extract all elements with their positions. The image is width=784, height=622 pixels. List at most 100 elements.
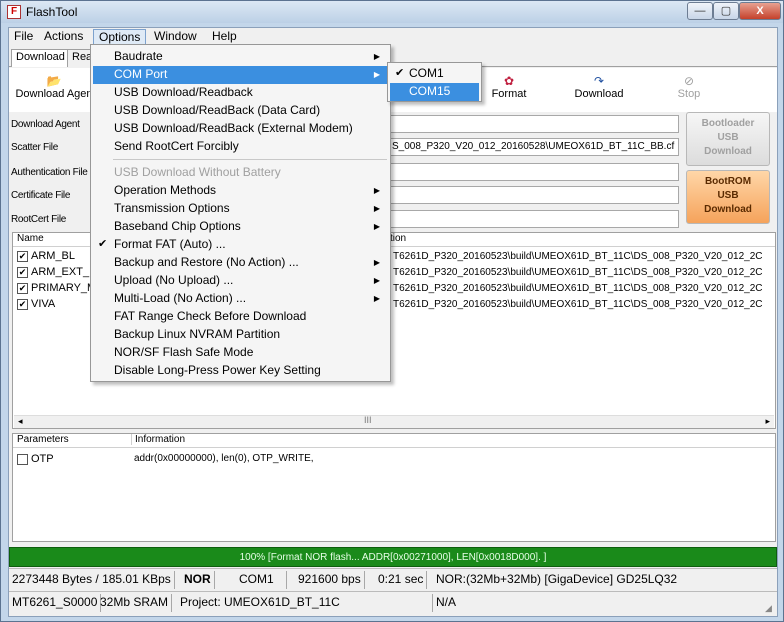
menu-item-com-port[interactable]: COM Port ▶: [93, 66, 388, 84]
rootcert-file-field[interactable]: [389, 210, 679, 228]
submenu-item-com1[interactable]: ✔ COM1: [390, 65, 479, 83]
menu-item-label: Baudrate: [114, 49, 163, 63]
scroll-right-icon[interactable]: ▸: [765, 416, 770, 427]
checkbox[interactable]: ✔: [17, 250, 28, 262]
menu-item-baudrate[interactable]: Baudrate ▶: [93, 48, 388, 66]
list-item[interactable]: ✔ ARM_BL: [17, 249, 75, 265]
folder-open-icon: 📂: [46, 74, 62, 88]
bootloader-line-3: Download: [704, 146, 752, 157]
submenu-item-label: COM15: [409, 84, 451, 98]
cert-file-field[interactable]: [389, 186, 679, 204]
menu-item-usb-external-modem[interactable]: USB Download/ReadBack (External Modem): [93, 120, 388, 138]
col-parameters[interactable]: Parameters: [17, 434, 69, 445]
submenu-arrow-icon: ▶: [373, 294, 380, 303]
list-item[interactable]: ✔ ARM_EXT_B: [17, 265, 96, 281]
bootrom-usb-download-button[interactable]: BootROM USB Download: [686, 170, 770, 224]
menu-item-label: Backup and Restore (No Action) ...: [114, 255, 299, 269]
menu-item-nor-sf-safe-mode[interactable]: NOR/SF Flash Safe Mode: [93, 344, 388, 362]
menu-item-label: USB Download/ReadBack (External Modem): [114, 121, 353, 135]
minimize-button[interactable]: —: [687, 2, 713, 20]
download-agent-field[interactable]: [389, 115, 679, 133]
menu-item-label: Operation Methods: [114, 183, 217, 197]
status-bytes: 2273448 Bytes / 185.01 KBps: [9, 571, 175, 589]
cert-file-label: Certificate File: [11, 190, 71, 201]
checkbox[interactable]: ✔: [17, 282, 28, 294]
download-agent-tool[interactable]: 📂 Download Agen: [15, 74, 93, 100]
list-item-location: T6261D_P320_20160523\build\UMEOX61D_BT_1…: [393, 299, 763, 310]
status-na: N/A: [436, 595, 457, 609]
scatter-file-field[interactable]: S_008_P320_V20_012_20160528\UMEOX61D_BT_…: [389, 138, 679, 156]
list-item-name: ARM_EXT_B: [31, 266, 97, 278]
menu-options[interactable]: Options: [93, 29, 147, 45]
window-title: FlashTool: [26, 5, 78, 19]
tab-download[interactable]: Download: [11, 49, 70, 67]
param-row[interactable]: OTP: [17, 452, 54, 468]
scroll-grip[interactable]: III: [364, 415, 372, 425]
bootloader-usb-download-button[interactable]: Bootloader USB Download: [686, 112, 770, 166]
list-item[interactable]: ✔ PRIMARY_M: [17, 281, 96, 297]
checkbox[interactable]: [17, 453, 28, 465]
menu-item-transmission-options[interactable]: Transmission Options ▶: [93, 200, 388, 218]
scroll-left-icon[interactable]: ◂: [18, 416, 23, 427]
close-button[interactable]: X: [739, 2, 781, 20]
menu-item-upload[interactable]: Upload (No Upload) ... ▶: [93, 272, 388, 290]
menu-item-send-rootcert[interactable]: Send RootCert Forcibly: [93, 138, 388, 156]
submenu-arrow-icon: ▶: [373, 186, 380, 195]
title-bar: F FlashTool — ▢ X: [1, 1, 783, 23]
param-name: OTP: [31, 453, 54, 465]
horizontal-scrollbar[interactable]: ◂ III ▸: [14, 415, 774, 428]
status-baud: 921600 bps: [295, 571, 365, 589]
status-storage-type: NOR: [181, 571, 215, 589]
submenu-item-com15[interactable]: COM15: [390, 83, 479, 101]
col-information[interactable]: Information: [131, 434, 185, 445]
submenu-item-label: COM1: [409, 66, 444, 80]
menu-item-baseband-chip-options[interactable]: Baseband Chip Options ▶: [93, 218, 388, 236]
status-chip: MT6261_S0000: [9, 594, 102, 612]
menu-item-backup-linux-nvram[interactable]: Backup Linux NVRAM Partition: [93, 326, 388, 344]
col-name[interactable]: Name: [17, 233, 44, 244]
checkbox[interactable]: ✔: [17, 266, 28, 278]
submenu-arrow-icon: ▶: [373, 52, 380, 61]
menu-window[interactable]: Window: [149, 29, 202, 45]
param-info: addr(0x00000000), len(0), OTP_WRITE,: [134, 453, 314, 464]
menu-item-fat-range-check[interactable]: FAT Range Check Before Download: [93, 308, 388, 326]
menu-item-multi-load[interactable]: Multi-Load (No Action) ... ▶: [93, 290, 388, 308]
menu-item-backup-restore[interactable]: Backup and Restore (No Action) ... ▶: [93, 254, 388, 272]
menu-item-format-fat[interactable]: ✔ Format FAT (Auto) ...: [93, 236, 388, 254]
bootloader-line-2: USB: [717, 132, 739, 143]
parameters-header: Parameters Information: [13, 434, 775, 448]
menu-item-label: Send RootCert Forcibly: [114, 139, 239, 153]
list-item-name: VIVA: [31, 298, 56, 310]
menu-help[interactable]: Help: [207, 29, 242, 45]
status-time: 0:21 sec: [375, 571, 428, 589]
col-location[interactable]: tion: [390, 233, 406, 244]
menu-item-usb-download-readback[interactable]: USB Download/Readback: [93, 84, 388, 102]
menu-item-label: USB Download Without Battery: [114, 165, 281, 179]
status-bar-2: MT6261_S0000 32Mb SRAM Project: UMEOX61D…: [9, 591, 777, 615]
format-tool[interactable]: ✿ Format: [479, 74, 539, 100]
bootrom-line-2: USB: [717, 190, 739, 201]
menu-item-operation-methods[interactable]: Operation Methods ▶: [93, 182, 388, 200]
menu-item-disable-long-press[interactable]: Disable Long-Press Power Key Setting: [93, 362, 388, 380]
options-menu: Baudrate ▶ COM Port ▶ USB Download/Readbac…: [90, 44, 391, 382]
menu-actions[interactable]: Actions: [39, 29, 88, 45]
stop-tool[interactable]: ⊘ Stop: [669, 74, 709, 100]
parameters-panel: Parameters Information OTP addr(0x000000…: [12, 433, 776, 542]
list-item[interactable]: ✔ VIVA: [17, 297, 55, 313]
stop-tool-label: Stop: [677, 88, 701, 100]
resize-grip-icon[interactable]: ◢: [765, 603, 775, 613]
download-tool[interactable]: ↷ Download: [569, 74, 629, 100]
checkbox[interactable]: ✔: [17, 298, 28, 310]
download-arrow-icon: ↷: [593, 74, 605, 88]
rootcert-file-label: RootCert File: [11, 214, 67, 225]
status-sram: 32Mb SRAM: [97, 594, 173, 612]
progress-bar: 100% [Format NOR flash... ADDR[0x0027100…: [9, 547, 777, 567]
maximize-button[interactable]: ▢: [713, 2, 739, 20]
bootloader-line-1: Bootloader: [701, 118, 755, 129]
stop-icon: ⊘: [683, 74, 695, 88]
auth-file-field[interactable]: [389, 163, 679, 181]
menu-item-usb-data-card[interactable]: USB Download/ReadBack (Data Card): [93, 102, 388, 120]
menu-file[interactable]: File: [9, 29, 38, 45]
menu-item-label: NOR/SF Flash Safe Mode: [114, 345, 254, 359]
list-item-location: T6261D_P320_20160523\build\UMEOX61D_BT_1…: [393, 267, 763, 278]
